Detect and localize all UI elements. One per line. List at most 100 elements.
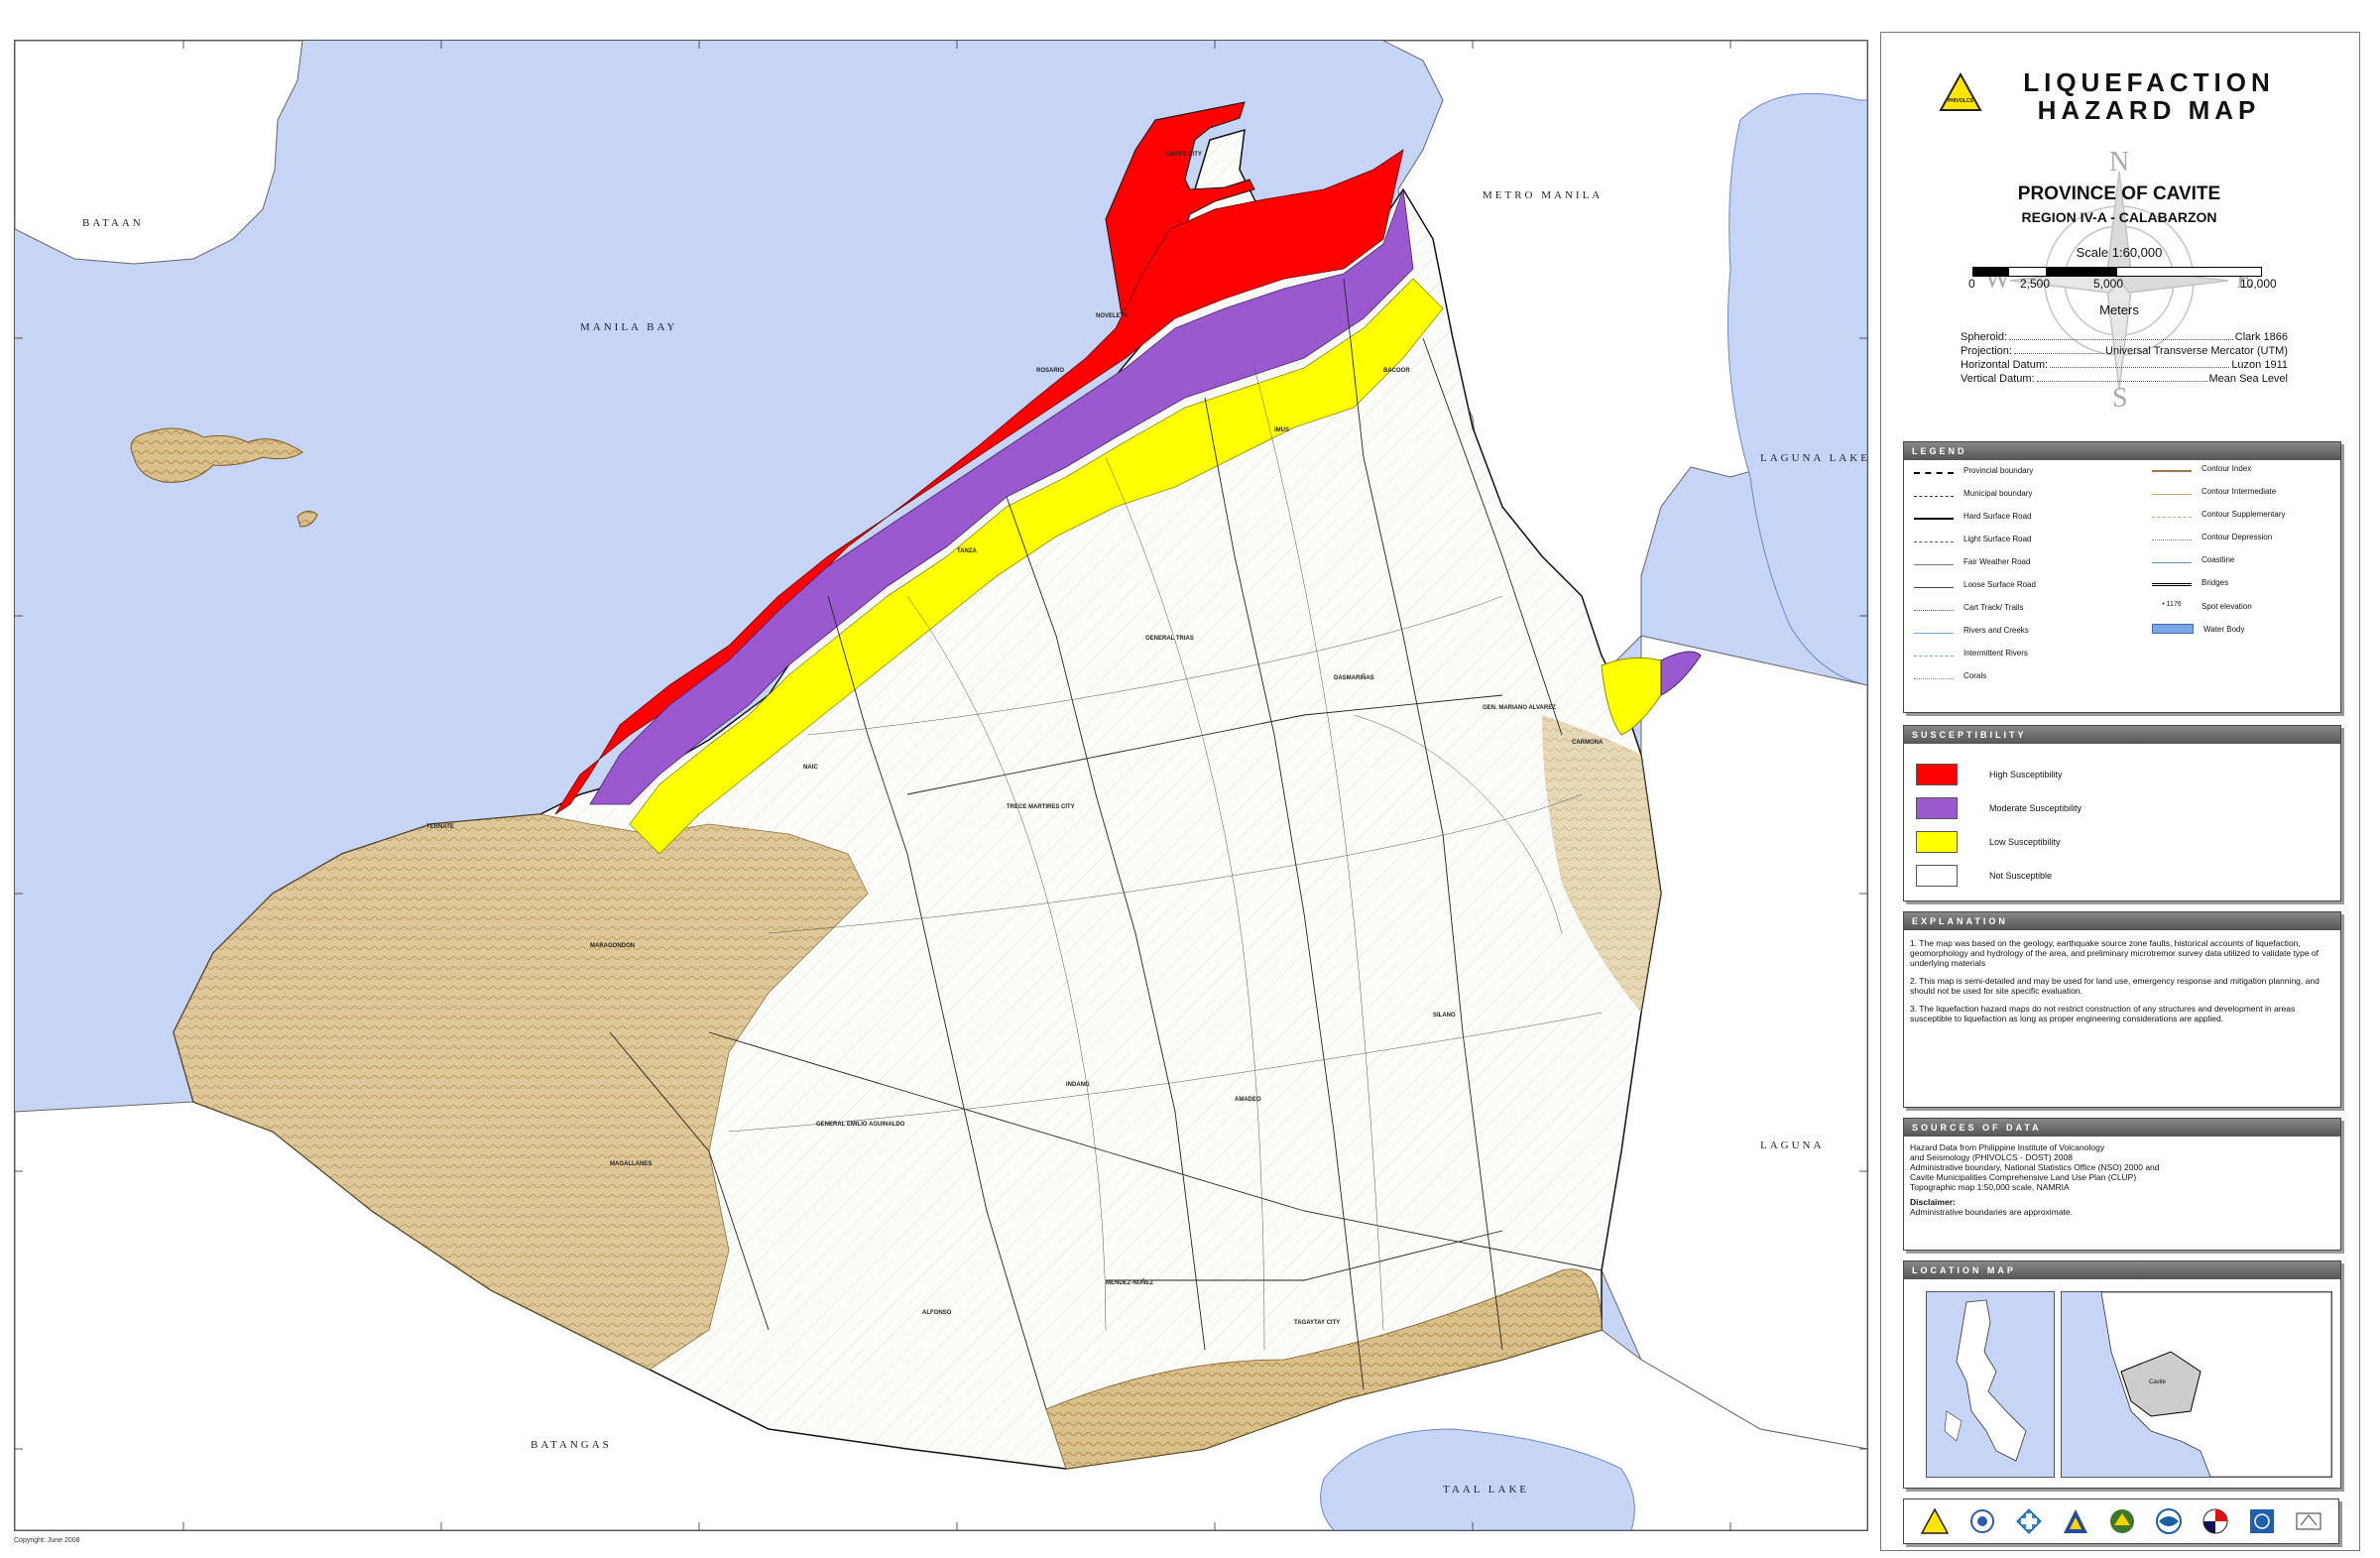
explanation-heading: EXPLANATION — [1904, 912, 2340, 930]
town-general-trias[interactable]: GENERAL TRIAS — [1145, 636, 1194, 642]
town-alfonso[interactable]: ALFONSO — [922, 1310, 951, 1316]
badge-text: PHIVOLCS — [1948, 98, 1973, 104]
town-carmona[interactable]: CARMONA — [1572, 740, 1603, 746]
label-laguna: LAGUNA — [1760, 1139, 1825, 1151]
swatch-low — [1916, 831, 1958, 853]
legend-municipal-boundary: Municipal boundary — [1914, 489, 2032, 498]
namria-logo-icon — [2156, 1508, 2183, 1534]
scale-label-0: 0 — [1968, 277, 1975, 291]
legend-contour-intermediate: Contour Intermediate — [2152, 487, 2276, 496]
legend-panel: LEGEND Provincial boundary Municipal bou… — [1903, 441, 2341, 713]
town-tagaytay[interactable]: TAGAYTAY CITY — [1294, 1320, 1340, 1326]
projection-specs: Spheroid: Clark 1866 Projection: Universal… — [1961, 330, 2288, 386]
explanation-2: 2. This map is semi-detailed and may be … — [1910, 976, 2320, 996]
disclaimer-text: Administrative boundaries are approximat… — [1910, 1207, 2073, 1217]
spec-horizontal-datum: Horizontal Datum: Luzon 1911 — [1961, 359, 2288, 371]
town-naic[interactable]: NAIC — [803, 765, 818, 771]
compass-s: S — [2112, 383, 2128, 414]
legend-fair-weather-road: Fair Weather Road — [1914, 557, 2030, 566]
compass-n: N — [2109, 147, 2130, 178]
source-line-2: and Seismology (PHIVOLCS - DOST) 2008 — [1910, 1152, 2073, 1162]
sources-panel: SOURCES OF DATA Hazard Data from Philipp… — [1903, 1118, 2341, 1251]
legend-rivers: Rivers and Creeks — [1914, 626, 2029, 635]
town-cavite-city[interactable]: CAVITE CITY — [1165, 152, 1202, 158]
legend-heading: LEGEND — [1904, 442, 2340, 460]
susceptibility-moderate: Moderate Susceptibility — [1916, 797, 2082, 819]
spec-spheroid: Spheroid: Clark 1866 — [1961, 331, 2288, 343]
town-magallanes[interactable]: MAGALLANES — [610, 1161, 652, 1167]
ocd-logo-icon — [2016, 1508, 2042, 1534]
town-mendez[interactable]: MENDEZ-NUÑEZ — [1106, 1280, 1153, 1286]
phivolcs-logo-icon — [1920, 1507, 1949, 1534]
ndcc-logo-icon — [2063, 1509, 2087, 1533]
spec-vertical-datum: Vertical Datum: Mean Sea Level — [1961, 373, 2288, 385]
undp-logo-icon — [2250, 1509, 2275, 1533]
town-amadeo[interactable]: AMADEO — [1235, 1097, 1261, 1103]
scale-text: Scale 1:60,000 — [2076, 245, 2163, 260]
legend-provincial-boundary: Provincial boundary — [1914, 466, 2033, 475]
scale-label-2500: 2,500 — [2020, 277, 2051, 291]
map-frame[interactable]: BATAAN MANILA BAY METRO MANILA LAGUNA LA… — [14, 40, 1868, 1531]
laguna-lake — [1727, 92, 1867, 686]
location-map-panel: LOCATION MAP Cavite — [1903, 1260, 2341, 1489]
copyright-note: Copyright: June 2008 — [14, 1537, 80, 1544]
legend-intermittent-rivers: Intermittent Rivers — [1914, 649, 2028, 658]
explanation-panel: EXPLANATION 1. The map was based on the … — [1903, 911, 2341, 1108]
susceptibility-high: High Susceptibility — [1916, 764, 2063, 785]
label-metro-manila: METRO MANILA — [1483, 189, 1604, 201]
title-line-1: LIQUEFACTION — [2023, 67, 2275, 97]
hazard-map[interactable] — [15, 41, 1867, 1530]
explanation-1: 1. The map was based on the geology, ear… — [1910, 938, 2319, 968]
spec-projection: Projection: Universal Transverse Mercator… — [1961, 345, 2288, 357]
legend-light-surface-road: Light Surface Road — [1914, 535, 2032, 543]
town-gma[interactable]: GEN. MARIANO ALVAREZ — [1483, 705, 1556, 711]
ausaid-logo-icon — [2296, 1512, 2321, 1530]
disclaimer-label: Disclaimer: — [1910, 1197, 1956, 1207]
town-maragondon[interactable]: MARAGONDON — [590, 943, 635, 949]
mgb-logo-icon — [2109, 1509, 2134, 1533]
town-ternate[interactable]: TERNATE — [426, 824, 454, 830]
town-imus[interactable]: IMUS — [1274, 427, 1289, 433]
swatch-high — [1916, 764, 1958, 785]
town-bacoor[interactable]: BACOOR — [1383, 368, 1410, 374]
town-silang[interactable]: SILANG — [1433, 1013, 1456, 1019]
source-line-4: Cavite Municipalities Comprehensive Land… — [1910, 1172, 2137, 1182]
town-indang[interactable]: INDANG — [1066, 1082, 1090, 1088]
region-inset[interactable]: Cavite — [2061, 1291, 2332, 1478]
bataan-land — [15, 41, 303, 265]
source-line-5: Topographic map 1:50,000 scale, NAMRIA — [1910, 1182, 2070, 1192]
susceptibility-none: Not Susceptible — [1916, 865, 2052, 887]
town-tanza[interactable]: TANZA — [957, 548, 977, 554]
town-rosario[interactable]: ROSARIO — [1036, 368, 1064, 374]
town-dasmarinas[interactable]: DASMARIÑAS — [1334, 675, 1374, 681]
label-batangas: BATANGAS — [531, 1439, 612, 1451]
logo-strip — [1903, 1498, 2339, 1544]
scale-label-5000: 5,000 — [2093, 277, 2124, 291]
philippines-inset[interactable] — [1926, 1291, 2055, 1478]
label-taal-lake: TAAL LAKE — [1443, 1484, 1530, 1496]
scale-bar — [1972, 267, 2262, 277]
susceptibility-panel: SUSCEPTIBILITY High Susceptibility Moder… — [1903, 725, 2341, 901]
location-heading: LOCATION MAP — [1904, 1261, 2340, 1279]
town-trece-martires[interactable]: TRECE MARTIRES CITY — [1007, 804, 1075, 810]
pagasa-logo-icon — [2202, 1508, 2228, 1534]
town-gen-aguinaldo[interactable]: GENERAL EMILIO AGUINALDO — [816, 1122, 904, 1128]
islet — [297, 511, 318, 528]
legend-cart-track: Cart Track/ Trails — [1914, 603, 2023, 612]
inset-cavite-label: Cavite — [2149, 1379, 2167, 1385]
legend-contour-index: Contour Index — [2152, 464, 2251, 473]
region-name: REGION IV-A - CALABARZON — [2021, 209, 2217, 225]
map-title: LIQUEFACTION HAZARD MAP — [2000, 68, 2298, 124]
town-noveleta[interactable]: NOVELETA — [1096, 313, 1128, 319]
dost-logo-icon — [1969, 1509, 1994, 1533]
legend-contour-supplementary: Contour Supplementary — [2152, 510, 2286, 519]
swatch-moderate — [1916, 797, 1958, 819]
phivolcs-badge: PHIVOLCS — [1939, 71, 1982, 112]
legend-hard-surface-road: Hard Surface Road — [1914, 512, 2031, 521]
explanation-3: 3. The liquefaction hazard maps do not r… — [1910, 1004, 2296, 1023]
province-name: PROVINCE OF CAVITE — [2017, 183, 2221, 204]
legend-water-body: Water Body — [2152, 624, 2245, 634]
title-line-2: HAZARD MAP — [2037, 95, 2261, 125]
legend-corals: Corals — [1914, 671, 1986, 680]
scale-unit: Meters — [2099, 302, 2139, 317]
